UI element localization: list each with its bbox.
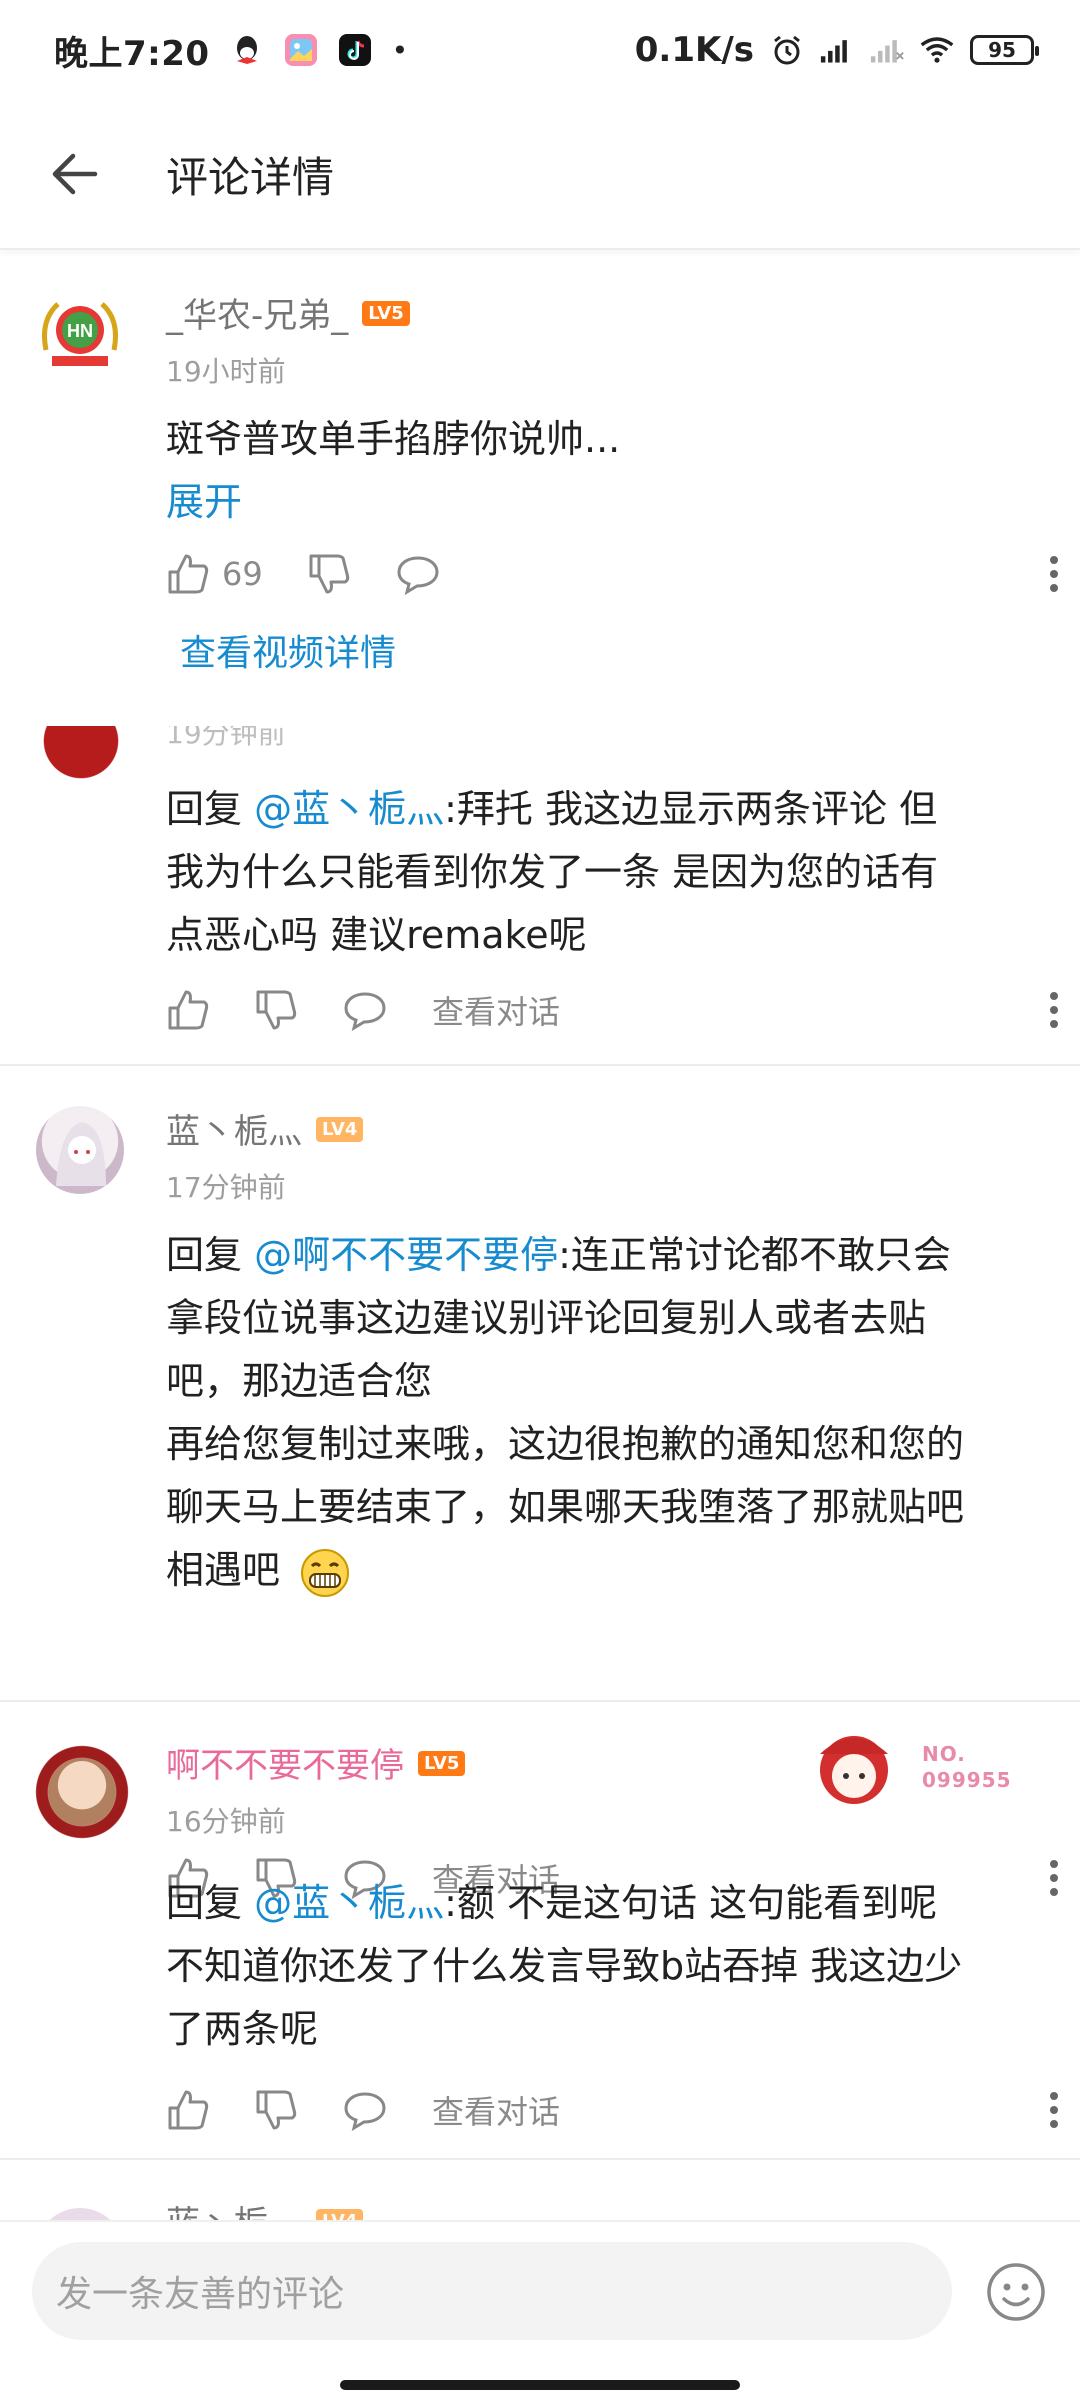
- mention-link[interactable]: @蓝丶栀灬: [254, 787, 444, 831]
- comment-bubble-icon: [344, 992, 386, 1032]
- comment-body: 斑爷普攻单手掐脖你说帅...: [166, 417, 621, 461]
- reply-text: 回复 @蓝丶栀灬:额 不是这句话 这句能看到呢 不知道你还发了什么发言导致b站吞…: [166, 1881, 963, 2051]
- comment-time: 19小时前: [166, 355, 286, 388]
- view-conversation-link[interactable]: 查看对话: [432, 2087, 560, 2133]
- level-badge: LV4: [316, 1117, 364, 1142]
- comment-bubble-icon: [397, 556, 439, 596]
- reply-author[interactable]: 蓝丶栀灬 LV4: [166, 1104, 364, 1153]
- avatar[interactable]: HN: [36, 290, 124, 378]
- avatar[interactable]: [36, 2208, 124, 2220]
- like-count: 69: [222, 555, 263, 593]
- reply-button[interactable]: [395, 552, 441, 596]
- divider: [0, 1064, 1080, 1066]
- mention-link[interactable]: @啊不不要不要停: [254, 1233, 558, 1277]
- like-button[interactable]: 69: [166, 552, 263, 596]
- like-button[interactable]: [166, 988, 210, 1032]
- page-title: 评论详情: [166, 152, 335, 202]
- more-vertical-icon: [1050, 2092, 1058, 2128]
- dislike-button[interactable]: [254, 988, 298, 1032]
- anime-avatar-icon: [56, 1122, 106, 1186]
- thumbs-down-icon: [309, 554, 349, 594]
- mention-link[interactable]: @蓝丶栀灬: [254, 1881, 444, 1925]
- tiktok-icon: [338, 33, 372, 67]
- top-app-bar: 评论详情: [0, 100, 1080, 250]
- username[interactable]: 啊不不要不要停: [166, 1746, 404, 1786]
- more-options-button[interactable]: [1034, 990, 1074, 1030]
- more-options-button[interactable]: [1034, 554, 1074, 594]
- comment-composer-bar: 发一条友善的评论: [0, 2220, 1080, 2400]
- more-vertical-icon: [1050, 992, 1058, 1028]
- reply-time: 16分钟前: [166, 1805, 286, 1838]
- thumbs-down-icon: [256, 990, 297, 1030]
- reply-author[interactable]: 蓝丶栀灬 LV4: [166, 2196, 364, 2220]
- username[interactable]: _华农-兄弟_: [166, 296, 348, 336]
- reply-button[interactable]: [342, 2088, 388, 2132]
- more-options-button[interactable]: [1034, 2090, 1074, 2130]
- status-bar: 晚上7:20 • 0.1K/s 95: [0, 0, 1080, 100]
- root-comment: HN _华农-兄弟_ LV5 19小时前 斑爷普攻单手掐脖你说帅... 展开 69…: [0, 252, 1080, 726]
- reply-text: 回复 @啊不不要不要停:连正常讨论都不敢只会 拿段位说事这边建议别评论回复别人或…: [166, 1224, 1046, 1602]
- reply-button[interactable]: [342, 988, 388, 1032]
- back-button[interactable]: [0, 99, 150, 249]
- level-badge: LV5: [418, 1751, 466, 1776]
- fan-badge: NO. 099955: [810, 1724, 1030, 1814]
- arrow-left-icon: [52, 153, 98, 195]
- thumbs-up-icon: [168, 990, 209, 1030]
- smiley-icon: [987, 2263, 1045, 2321]
- view-video-details-link[interactable]: 查看视频详情: [180, 624, 396, 676]
- thumbs-up-icon: [168, 2090, 209, 2130]
- reply-author[interactable]: 啊不不要不要停 LV5: [166, 1738, 466, 1787]
- dislike-button[interactable]: [254, 2088, 298, 2132]
- status-time: 晚上7:20: [54, 33, 210, 74]
- badge-no: NO.: [922, 1742, 966, 1766]
- username[interactable]: 蓝丶栀灬: [166, 1112, 302, 1152]
- signal-icon: [820, 33, 854, 67]
- level-badge: LV4: [316, 2209, 364, 2220]
- comment-input[interactable]: 发一条友善的评论: [32, 2242, 952, 2340]
- level-badge: LV5: [362, 301, 410, 326]
- reply-time: 17分钟前: [166, 1171, 286, 1204]
- thumbs-down-icon: [256, 2090, 297, 2130]
- reply-actions: 查看对话: [166, 2080, 1058, 2140]
- svg-text:HN: HN: [67, 321, 93, 341]
- more-vertical-icon: [1050, 556, 1058, 592]
- comment-bubble-icon: [344, 2092, 386, 2132]
- battery-indicator: 95: [970, 35, 1039, 65]
- team-logo-icon: HN: [42, 302, 118, 366]
- dislike-button[interactable]: [307, 552, 351, 596]
- alarm-icon: [770, 33, 804, 67]
- comment-actions: 69: [166, 544, 1058, 604]
- badge-number: 099955: [922, 1768, 1012, 1792]
- expand-link[interactable]: 展开: [166, 471, 1046, 534]
- avatar[interactable]: [48, 1758, 116, 1826]
- avatar[interactable]: [36, 1106, 124, 1194]
- comment-author[interactable]: _华农-兄弟_ LV5: [166, 288, 410, 337]
- wifi-icon: [920, 33, 954, 67]
- network-speed: 0.1K/s: [634, 30, 754, 70]
- reply-list-continued: 啊不不要不要停 LV5 NO. 099955 16分钟前 回复 @蓝丶栀灬:额 不…: [0, 1700, 1080, 2220]
- thumbs-up-icon: [168, 554, 209, 594]
- grin-emoji-icon: [301, 1548, 350, 1597]
- signal-2-icon: [870, 33, 904, 67]
- reply-text: 回复 @蓝丶栀灬:拜托 我这边显示两条评论 但 我为什么只能看到你发了一条 是因…: [166, 787, 939, 957]
- emoji-button[interactable]: [984, 2260, 1048, 2324]
- gallery-app-icon: [284, 33, 318, 67]
- reply-time: 19分钟前: [166, 726, 286, 750]
- like-button[interactable]: [166, 2088, 210, 2132]
- view-conversation-link[interactable]: 查看对话: [432, 987, 560, 1033]
- username[interactable]: 蓝丶栀灬: [166, 2204, 302, 2220]
- reply-actions: 查看对话: [166, 980, 1058, 1040]
- notification-dot-icon: •: [391, 33, 409, 67]
- comment-text: 斑爷普攻单手掐脖你说帅... 展开: [166, 408, 1046, 534]
- divider: [0, 2158, 1080, 2160]
- qq-icon: [230, 33, 264, 67]
- anime-girl-badge-icon: [820, 1736, 888, 1804]
- home-indicator[interactable]: [340, 2380, 740, 2390]
